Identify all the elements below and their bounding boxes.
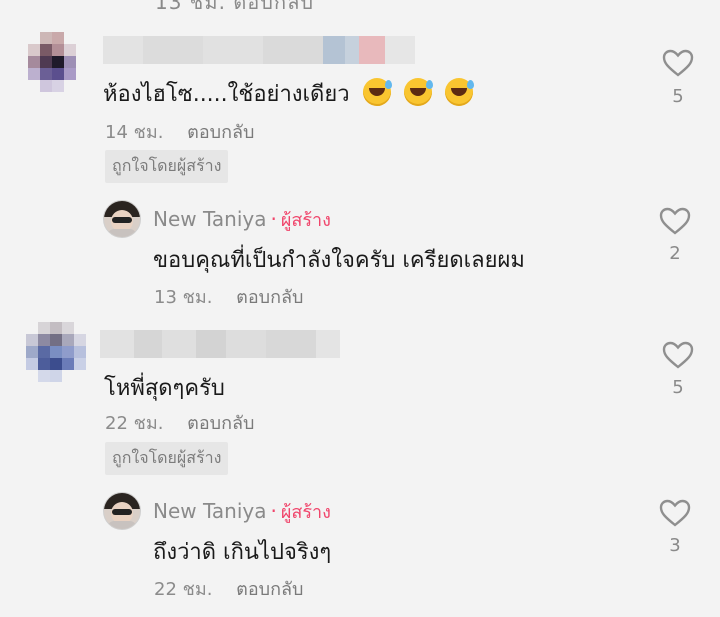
heart-outline-icon[interactable] <box>659 498 691 528</box>
reply-button[interactable]: ตอบกลับ <box>236 287 303 308</box>
separator: · <box>270 207 277 231</box>
like-count: 2 <box>669 243 681 264</box>
creator-avatar[interactable] <box>103 200 141 238</box>
comment-meta: 14 ชม. ตอบกลับ <box>105 117 254 146</box>
reply-button[interactable]: ตอบกลับ <box>187 413 254 434</box>
heart-outline-icon[interactable] <box>662 48 694 78</box>
creator-label: ผู้สร้าง <box>280 502 331 523</box>
comment-time: 22 ชม. <box>105 413 164 434</box>
reply-time: 13 ชม. <box>154 287 213 308</box>
avatar-pixelated[interactable] <box>26 322 86 384</box>
liked-by-creator-badge: ถูกใจโดยผู้สร้าง <box>105 442 229 475</box>
separator: · <box>270 499 277 523</box>
username-blurred[interactable] <box>103 36 415 64</box>
like-count: 5 <box>672 377 684 398</box>
comment-text: ห้องไฮโซ.....ใช้อย่างเดียว <box>103 76 474 111</box>
creator-avatar[interactable] <box>103 492 141 530</box>
heart-outline-icon[interactable] <box>662 340 694 370</box>
creator-label: ผู้สร้าง <box>280 210 331 231</box>
previous-comment-meta: 13 ชม. ตอบกลับ <box>155 0 315 14</box>
liked-by-creator-badge: ถูกใจโดยผู้สร้าง <box>105 150 229 183</box>
reply-button[interactable]: ตอบกลับ <box>187 122 254 143</box>
comment-meta: 22 ชม. ตอบกลับ <box>105 408 254 437</box>
username-blurred[interactable] <box>100 330 340 358</box>
comment-time: 14 ชม. <box>105 122 164 143</box>
reply-meta: 13 ชม. ตอบกลับ <box>154 282 303 311</box>
reply-author[interactable]: New Taniya · ผู้สร้าง <box>153 205 331 234</box>
reply-button[interactable]: ตอบกลับ <box>236 579 303 600</box>
like-count: 3 <box>669 535 681 556</box>
grinning-sweat-emoji-icon <box>362 78 392 106</box>
author-name: New Taniya <box>153 207 267 231</box>
reply-meta: 22 ชม. ตอบกลับ <box>154 574 303 603</box>
grinning-sweat-emoji-icon <box>444 78 474 106</box>
reply-text: ขอบคุณที่เป็นกำลังใจครับ เครียดเลยผม <box>153 248 525 273</box>
reply-time: 22 ชม. <box>154 579 213 600</box>
author-name: New Taniya <box>153 499 267 523</box>
like-count: 5 <box>672 86 684 107</box>
heart-outline-icon[interactable] <box>659 206 691 236</box>
grinning-sweat-emoji-icon <box>403 78 433 106</box>
reply-text: ถึงว่าดิ เกินไปจริงๆ <box>153 540 332 565</box>
avatar-pixelated[interactable] <box>28 32 88 94</box>
comment-text: โหพี่สุดๆครับ <box>104 376 225 401</box>
reply-author[interactable]: New Taniya · ผู้สร้าง <box>153 497 331 526</box>
